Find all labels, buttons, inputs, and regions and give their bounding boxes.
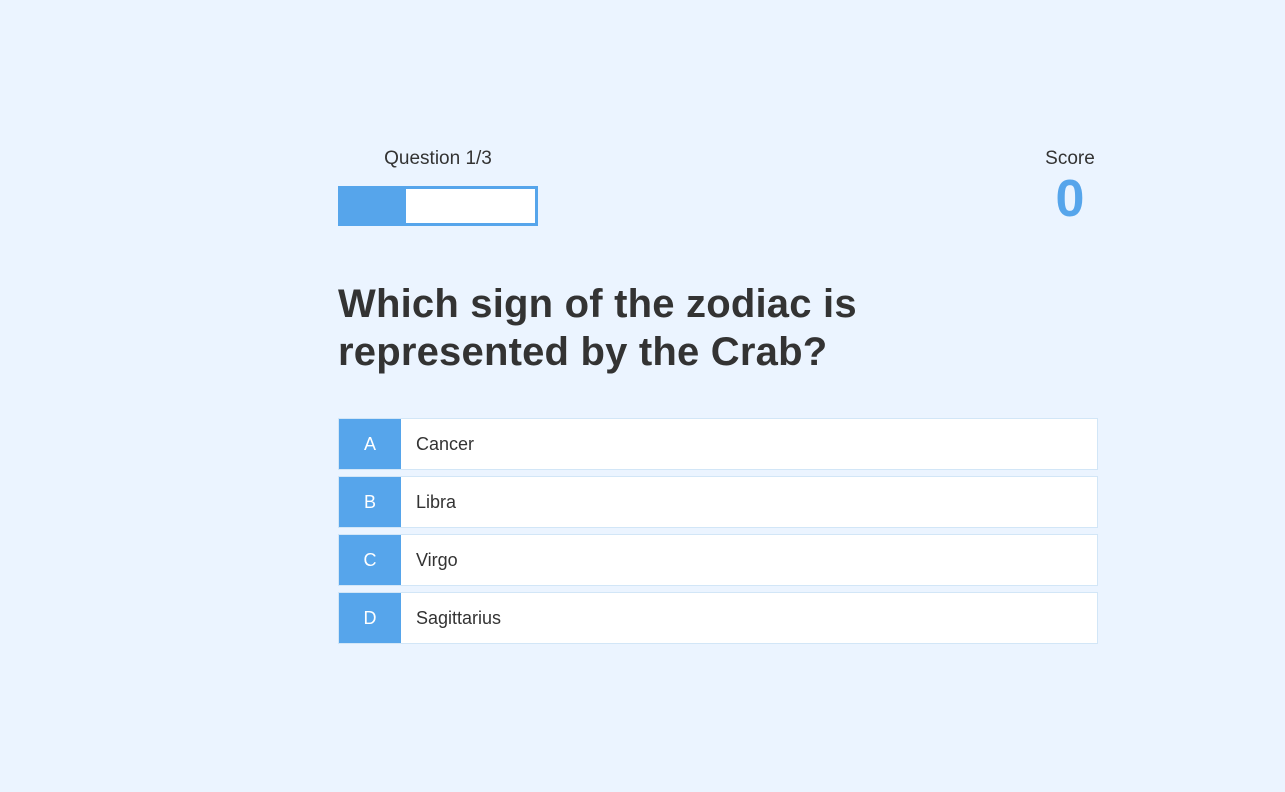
choice-b[interactable]: B Libra [338, 476, 1098, 528]
choice-prefix: D [339, 593, 401, 643]
choice-a[interactable]: A Cancer [338, 418, 1098, 470]
choice-text: Sagittarius [416, 607, 502, 628]
choice-c[interactable]: C Virgo [338, 534, 1098, 586]
progress-text: Question 1/3 [384, 148, 492, 169]
progress-bar [338, 186, 538, 226]
quiz-container: Question 1/3 Score 0 Which sign of the z… [338, 145, 1098, 650]
question-text: Which sign of the zodiac is represented … [338, 282, 857, 374]
choice-text: Cancer [416, 433, 475, 454]
score-section: Score 0 [1042, 145, 1098, 225]
score-value: 0 [1055, 170, 1085, 228]
choice-list: A Cancer B Libra C Virgo D Sagittarius [338, 418, 1098, 644]
progress-bar-fill [341, 189, 406, 223]
choice-text: Libra [416, 491, 457, 512]
choice-d[interactable]: D Sagittarius [338, 592, 1098, 644]
choice-text: Virgo [416, 549, 458, 570]
score-label: Score [1045, 148, 1095, 169]
progress-section: Question 1/3 [338, 145, 538, 226]
choice-prefix: B [339, 477, 401, 527]
hud: Question 1/3 Score 0 [338, 145, 1098, 227]
choice-prefix: C [339, 535, 401, 585]
choice-prefix: A [339, 419, 401, 469]
